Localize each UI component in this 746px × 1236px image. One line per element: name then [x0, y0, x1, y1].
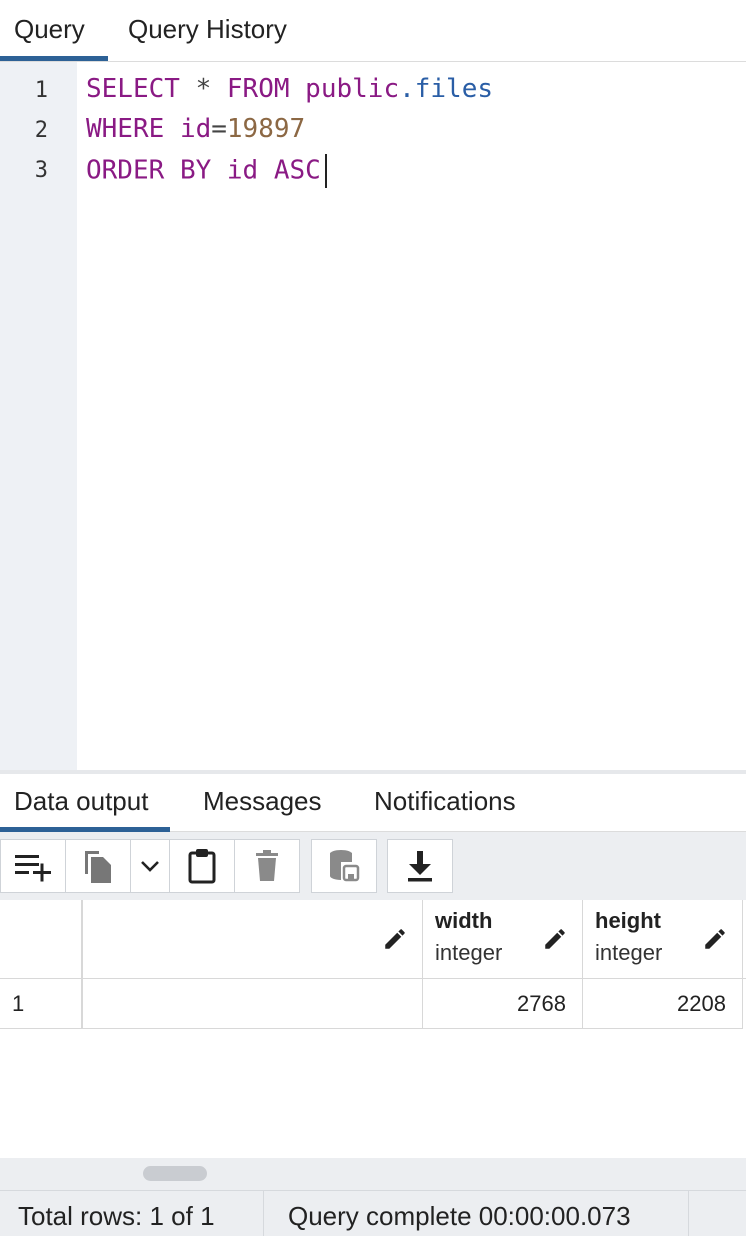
text-cursor	[324, 154, 327, 188]
row-number-header	[0, 900, 83, 979]
keyword-by: BY	[179, 155, 212, 186]
table-cell-height[interactable]: 2208	[583, 979, 743, 1029]
table-cell-width[interactable]: 2768	[423, 979, 583, 1029]
tab-messages[interactable]: Messages	[203, 774, 322, 832]
line-number: 3	[34, 158, 48, 183]
number-literal: 19897	[226, 114, 306, 144]
star-operator: *	[195, 74, 212, 104]
save-data-button[interactable]	[311, 839, 377, 893]
line-number: 2	[34, 118, 48, 143]
column-name: width	[435, 908, 493, 933]
add-row-icon	[15, 855, 51, 882]
code-line-3[interactable]: ORDER BY id ASC	[86, 154, 327, 188]
column-header[interactable]	[83, 900, 423, 979]
edit-pencil-icon[interactable]	[382, 926, 408, 952]
table-name: files	[414, 74, 494, 104]
copy-button[interactable]	[65, 839, 131, 893]
tab-query[interactable]: Query	[0, 0, 108, 62]
column-name: height	[595, 908, 661, 933]
column-header-width[interactable]: width integer	[423, 900, 583, 979]
download-icon	[408, 851, 432, 882]
keyword-where: WHERE	[86, 114, 165, 144]
status-divider	[688, 1191, 689, 1236]
copy-options-dropdown[interactable]	[130, 839, 170, 893]
paste-button[interactable]	[169, 839, 235, 893]
tab-query-history[interactable]: Query History	[128, 0, 287, 62]
tab-data-output-label: Data output	[14, 786, 149, 816]
status-divider	[263, 1191, 264, 1236]
query-complete-status: Query complete 00:00:00.073	[288, 1201, 631, 1231]
tab-query-label: Query	[14, 14, 85, 44]
result-tabs: Data output Messages Notifications	[0, 774, 746, 832]
tab-query-history-label: Query History	[128, 14, 287, 44]
schema-name: public	[305, 74, 400, 104]
trash-icon	[256, 850, 278, 881]
result-grid: width integer height integer 1 2768 2208	[0, 900, 746, 1158]
column-type: integer	[595, 940, 663, 965]
line-number-gutter: 1 2 3	[0, 62, 77, 770]
dot: .	[399, 74, 415, 104]
keyword-order: ORDER	[86, 155, 165, 186]
query-tabs: Query Query History	[0, 0, 746, 62]
data-toolbar	[0, 832, 746, 900]
add-row-button[interactable]	[0, 839, 66, 893]
copy-icon	[85, 851, 111, 883]
column-header-height[interactable]: height integer	[583, 900, 743, 979]
download-button[interactable]	[387, 839, 453, 893]
tab-notifications-label: Notifications	[374, 786, 516, 816]
delete-button[interactable]	[234, 839, 300, 893]
line-number: 1	[34, 78, 48, 103]
column-type: integer	[435, 940, 503, 965]
edit-pencil-icon[interactable]	[702, 926, 728, 952]
equals-operator: =	[211, 114, 227, 144]
total-rows-status: Total rows: 1 of 1	[18, 1201, 215, 1231]
paste-icon	[188, 849, 216, 884]
horizontal-scrollbar[interactable]	[0, 1158, 746, 1190]
edit-pencil-icon[interactable]	[542, 926, 568, 952]
status-bar: Total rows: 1 of 1 Query complete 00:00:…	[0, 1190, 746, 1236]
code-line-2[interactable]: WHERE id=19897	[86, 114, 305, 144]
tab-data-output[interactable]: Data output	[0, 774, 171, 832]
scrollbar-thumb[interactable]	[143, 1166, 207, 1181]
chevron-down-icon	[141, 861, 159, 872]
tab-notifications[interactable]: Notifications	[374, 774, 516, 832]
keyword-select: SELECT	[86, 74, 180, 104]
code-line-1[interactable]: SELECT * FROM public.files	[86, 74, 493, 104]
table-cell[interactable]	[83, 979, 423, 1029]
column-id: id	[179, 114, 212, 144]
sql-editor[interactable]: 1 2 3 SELECT * FROM public.files WHERE i…	[0, 62, 746, 770]
column-id: id	[226, 155, 259, 186]
save-data-icon	[330, 850, 360, 882]
tab-messages-label: Messages	[203, 786, 322, 816]
keyword-from: FROM	[226, 74, 290, 104]
row-number[interactable]: 1	[0, 979, 83, 1029]
keyword-asc: ASC	[273, 155, 321, 186]
